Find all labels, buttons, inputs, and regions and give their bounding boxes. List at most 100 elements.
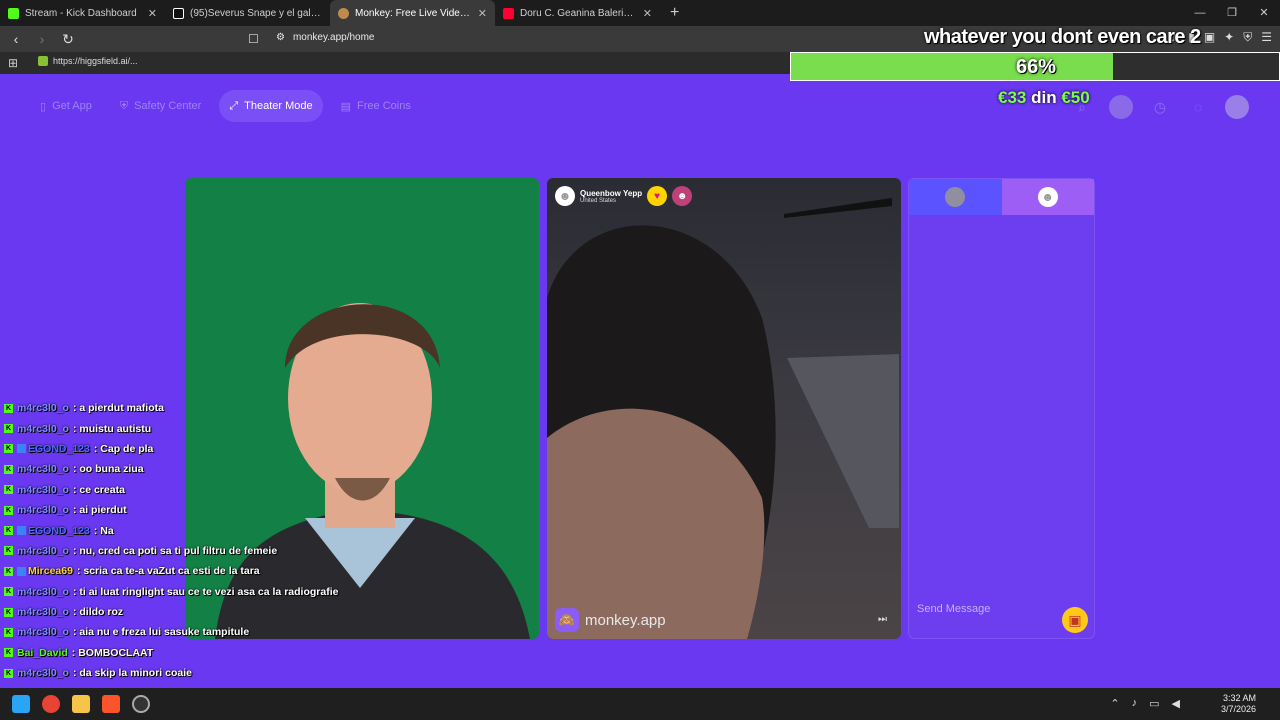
apps-grid-icon[interactable]: ⊞: [8, 56, 18, 70]
theater-mode-button[interactable]: ⤢ Theater Mode: [219, 90, 323, 122]
monkey-logo-icon: 🙈: [555, 608, 579, 632]
chevron-up-icon[interactable]: ⌃: [1110, 697, 1119, 710]
maximize-button[interactable]: ❐: [1216, 0, 1248, 26]
remote-figure: [547, 198, 899, 639]
chat-text: : Na: [93, 524, 114, 537]
chat-icon[interactable]: ◌: [1186, 95, 1210, 119]
tab-youtube[interactable]: Doru C. Geanina Balerina mea (Video ✕: [495, 0, 660, 26]
chat-message: K Bai_David: BOMBOCLAAT: [4, 643, 364, 663]
chat-username: m4rc3l0_o: [17, 402, 69, 415]
system-tray: ⌃ ♪ ▭ ◀: [1110, 697, 1180, 710]
tab-kick-dashboard[interactable]: Stream - Kick Dashboard ✕: [0, 0, 165, 26]
avatar-small[interactable]: [1109, 95, 1133, 119]
reload-button[interactable]: ↻: [58, 31, 78, 48]
report-icon[interactable]: ☻: [672, 186, 693, 206]
chat-text: : a pierdut mafiota: [72, 402, 164, 415]
heart-icon[interactable]: ♥: [647, 186, 668, 206]
kick-icon: K: [4, 607, 13, 617]
safety-label: Safety Center: [134, 100, 202, 112]
chat-message: K EGOND_123: Na: [4, 520, 364, 540]
kick-icon: K: [4, 444, 13, 454]
new-tab-button[interactable]: +: [660, 4, 689, 22]
chat-message: Km4rc3l0_o: ti ai luat ringlight sau ce …: [4, 582, 364, 602]
monkey-nav: ▯ Get App ⛨ Safety Center ⤢ Theater Mode…: [30, 90, 421, 122]
brave-icon[interactable]: [102, 695, 120, 713]
chat-message: Km4rc3l0_o: ce creata: [4, 480, 364, 500]
wallet-icon[interactable]: ▣: [1204, 30, 1215, 45]
chrome-icon[interactable]: [42, 695, 60, 713]
watermark-text: monkey.app: [585, 611, 666, 629]
chat-text: : ai pierdut: [72, 504, 127, 517]
chat-username: m4rc3l0_o: [17, 626, 69, 639]
back-button[interactable]: ‹: [6, 31, 26, 47]
chat-message: Km4rc3l0_o: da skip la minori coaie: [4, 663, 364, 683]
get-app-button[interactable]: ▯ Get App: [30, 90, 102, 122]
badge-icon: [17, 566, 26, 576]
chat-username: m4rc3l0_o: [17, 606, 69, 619]
folder-icon[interactable]: [72, 695, 90, 713]
clock-time: 3:32 AM: [1222, 693, 1256, 703]
badge-icon: [17, 526, 26, 536]
tab-label: Stream - Kick Dashboard: [25, 7, 137, 19]
phone-icon: ▯: [40, 100, 47, 113]
free-coins-button[interactable]: ▤ Free Coins: [331, 90, 421, 122]
kick-icon: K: [4, 464, 13, 474]
chat-text: : da skip la minori coaie: [72, 667, 192, 680]
kick-icon: K: [4, 627, 13, 637]
tab-tiktok[interactable]: (95)Severus Snape y el gallo: Humor: [165, 0, 330, 26]
youtube-icon: [503, 7, 514, 19]
history-icon[interactable]: ◷: [1148, 95, 1172, 119]
obs-icon[interactable]: [132, 695, 150, 713]
chat-username: m4rc3l0_o: [17, 585, 69, 598]
gift-icon[interactable]: ▣: [1062, 607, 1088, 633]
forward-button[interactable]: ›: [32, 31, 52, 47]
site-settings-icon[interactable]: ⚙: [276, 32, 285, 43]
close-icon[interactable]: ✕: [643, 7, 652, 20]
volume-icon[interactable]: ◀: [1172, 697, 1180, 710]
system-clock[interactable]: 3:32 AM 3/7/2026: [1221, 693, 1256, 715]
chat-tabs: ☻: [909, 179, 1094, 215]
kick-icon: K: [4, 546, 13, 556]
chat-message: K Mircea69: scria ca te-a vaZut ca esti d…: [4, 561, 364, 581]
tab-remote-user[interactable]: ☻: [1001, 179, 1094, 215]
kick-icon: K: [4, 505, 13, 515]
close-icon[interactable]: ✕: [148, 7, 157, 20]
shield-icon: ⛨: [119, 99, 129, 112]
chat-username: m4rc3l0_o: [17, 463, 69, 476]
chat-message: Km4rc3l0_o: a pierdut mafiota: [4, 398, 364, 418]
close-window-button[interactable]: ✕: [1248, 0, 1280, 26]
browser-tab-bar: Stream - Kick Dashboard ✕ (95)Severus Sn…: [0, 0, 1280, 26]
menu-icon[interactable]: ☰: [1261, 30, 1272, 45]
tab-monkey[interactable]: Monkey: Free Live Video Chat ✕: [330, 0, 495, 26]
safety-center-button[interactable]: ⛨ Safety Center: [110, 90, 212, 122]
goal-sep: din: [1031, 88, 1057, 107]
bookmark-higgsfield[interactable]: https://higgsfield.ai/...: [38, 56, 138, 66]
tab-local-user[interactable]: [909, 179, 1002, 215]
remote-user-info: ☻ Queenbow Yepp United States ♥ ☻: [555, 186, 693, 206]
windows-start-icon[interactable]: [12, 695, 30, 713]
bookmark-icon[interactable]: ☐: [248, 32, 259, 46]
shield-icon[interactable]: ⛨: [1243, 30, 1252, 45]
remote-username: Queenbow Yepp: [580, 188, 643, 198]
chat-text: : scria ca te-a vaZut ca esti de la tara: [76, 565, 260, 578]
network-icon[interactable]: ▭: [1149, 697, 1159, 710]
mic-icon[interactable]: ♪: [1132, 697, 1138, 710]
goal-amount: €33 din €50: [998, 88, 1090, 108]
close-icon[interactable]: ✕: [478, 7, 487, 20]
kick-icon: K: [4, 587, 13, 597]
chat-text: : aia nu e freza lui sasuke tampitule: [72, 626, 250, 639]
minimize-button[interactable]: —: [1184, 0, 1216, 26]
ai-icon[interactable]: ✦: [1224, 30, 1234, 45]
skip-icon[interactable]: ⏭: [878, 614, 887, 625]
coins-icon: ▤: [340, 100, 352, 113]
url-field[interactable]: ⚙ monkey.app/home: [276, 32, 375, 43]
chat-message: Km4rc3l0_o: muistu autistu: [4, 418, 364, 438]
profile-avatar[interactable]: [1225, 95, 1249, 119]
taskbar-apps: [12, 695, 150, 713]
stream-title-overlay: whatever you dont even care 2: [924, 26, 1201, 48]
send-message-input[interactable]: Send Message: [917, 603, 990, 615]
chat-username: Bai_David: [17, 646, 68, 659]
chat-message: Km4rc3l0_o: oo buna ziua: [4, 459, 364, 479]
chat-username: m4rc3l0_o: [17, 483, 69, 496]
chat-username: Mircea69: [28, 565, 73, 578]
